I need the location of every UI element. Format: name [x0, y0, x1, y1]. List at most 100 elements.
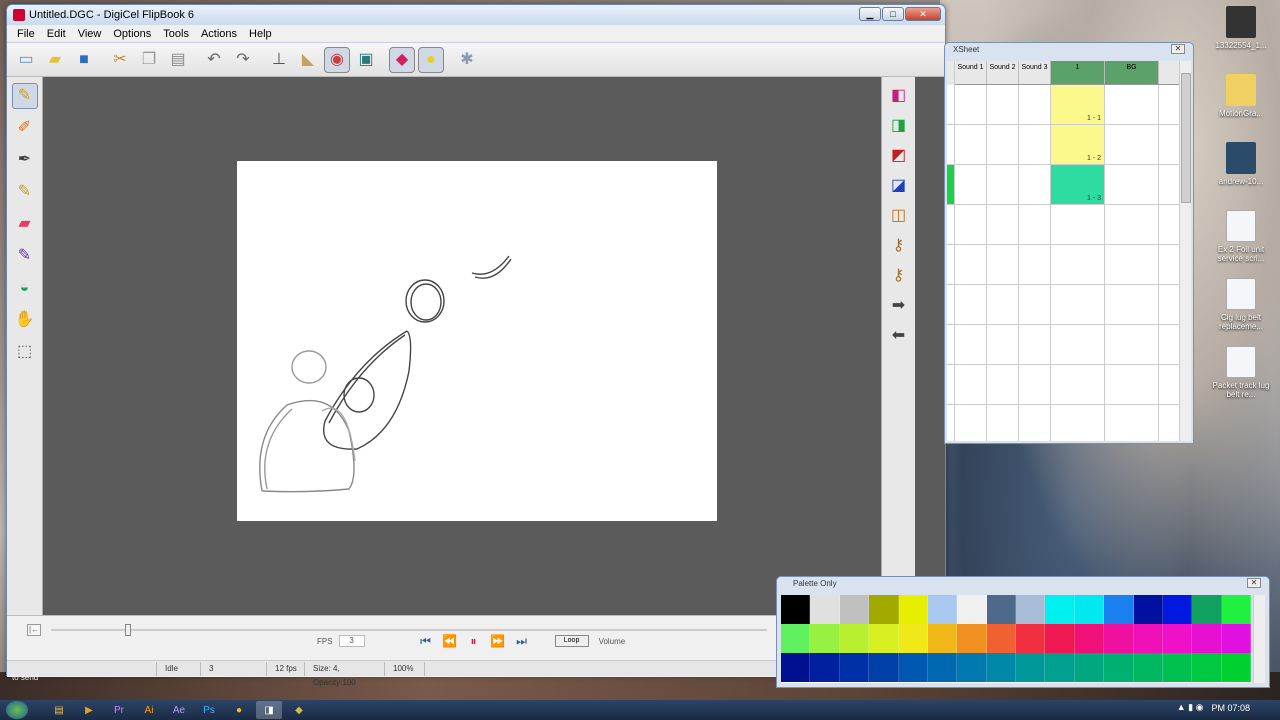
color-swatch[interactable] [1074, 595, 1105, 624]
key-icon[interactable]: ⚷ [886, 233, 912, 259]
menu-file[interactable]: File [11, 28, 41, 40]
color-swatch[interactable] [1162, 653, 1193, 682]
color-swatch[interactable] [898, 624, 928, 653]
explorer-icon[interactable]: ▤ [46, 701, 72, 719]
desktop-icon[interactable]: andrew-10... [1208, 142, 1274, 210]
color-swatch[interactable] [898, 653, 928, 682]
save-icon[interactable]: ■ [71, 47, 97, 73]
paint-icon[interactable]: ◆ [389, 46, 415, 73]
color-swatch[interactable] [957, 653, 987, 682]
pen-icon[interactable]: ✒ [12, 147, 38, 173]
color-swatch[interactable] [986, 624, 1016, 653]
xsheet-column-sound1[interactable]: Sound 1 [955, 61, 987, 84]
xsheet-scroll-thumb[interactable] [1181, 73, 1191, 203]
color-swatch[interactable] [1045, 653, 1075, 682]
chrome-icon[interactable]: ● [226, 701, 252, 719]
hand-icon[interactable]: ✋ [12, 307, 38, 333]
xsheet-scrollbar[interactable] [1179, 61, 1191, 441]
key2-icon[interactable]: ⚷ [886, 263, 912, 289]
color-swatch[interactable] [1104, 595, 1134, 624]
color-swatch[interactable] [869, 595, 899, 624]
minimize-button[interactable]: ▁ [859, 7, 881, 21]
color-swatch[interactable] [1221, 653, 1251, 682]
eraser-tool-icon[interactable]: ◣ [295, 47, 321, 73]
color-swatch[interactable] [986, 653, 1016, 682]
settings-icon[interactable]: ✱ [454, 47, 480, 73]
menu-edit[interactable]: Edit [41, 28, 72, 40]
timeline-thumb[interactable] [125, 624, 131, 636]
premiere-icon[interactable]: Pr [106, 701, 132, 719]
menu-actions[interactable]: Actions [195, 28, 243, 40]
desktop-icon[interactable]: MotionGra... [1208, 74, 1274, 142]
color-swatch[interactable] [927, 624, 958, 653]
color-swatch[interactable] [810, 624, 840, 653]
layer-up-icon[interactable]: ◧ [886, 83, 912, 109]
timeline-slider[interactable]: |← [27, 624, 767, 636]
xsheet-cell-current[interactable]: 1 - 3 [1051, 165, 1105, 204]
cut-icon[interactable]: ✂ [107, 47, 133, 73]
color-swatch[interactable] [1016, 595, 1046, 624]
close-button[interactable]: ✕ [905, 7, 941, 21]
open-icon[interactable]: ▰ [42, 47, 68, 73]
color-swatch[interactable] [1192, 653, 1222, 682]
color-swatch[interactable] [781, 624, 811, 653]
color-swatch[interactable] [1133, 624, 1163, 653]
color-swatch[interactable] [839, 624, 870, 653]
start-button[interactable] [6, 701, 28, 719]
color-swatch[interactable] [781, 653, 811, 682]
stamp-icon[interactable]: ⊥ [266, 47, 292, 73]
color-swatch[interactable] [810, 595, 840, 624]
color-swatch[interactable] [1221, 595, 1251, 624]
color-swatch[interactable] [898, 595, 928, 624]
move-icon[interactable]: ◪ [886, 173, 912, 199]
menu-view[interactable]: View [72, 28, 108, 40]
palette-titlebar[interactable]: Palette Only ✕ [777, 577, 1269, 591]
color-swatch[interactable] [1192, 595, 1222, 624]
aftereffects-icon[interactable]: Ae [166, 701, 192, 719]
color-swatch[interactable] [839, 653, 870, 682]
play-icon[interactable]: ⏩ [489, 634, 507, 648]
loop-button[interactable]: Loop [554, 635, 589, 647]
arrow-left-icon[interactable]: ⬅ [886, 323, 912, 349]
xsheet-close-button[interactable]: ✕ [1171, 44, 1185, 54]
illustrator-icon[interactable]: Ai [136, 701, 162, 719]
color-swatch[interactable] [957, 595, 987, 624]
xsheet-column-bg[interactable]: BG [1105, 61, 1159, 84]
color-swatch[interactable] [1104, 653, 1134, 682]
desktop-icon[interactable]: 13322554_1... [1208, 6, 1274, 74]
pencil-icon[interactable]: ✎ [11, 83, 38, 109]
xsheet-cell[interactable]: 1 - 2 [1051, 125, 1105, 164]
color-swatch[interactable] [1192, 624, 1222, 653]
menu-tools[interactable]: Tools [157, 28, 195, 40]
tray-icons[interactable]: ▲ ▮ ◉ [1177, 702, 1204, 713]
color-swatch[interactable] [1045, 595, 1075, 624]
arrow-right-icon[interactable]: ➡ [886, 293, 912, 319]
copy-cel-icon[interactable]: ◫ [886, 203, 912, 229]
color-swatch[interactable] [927, 595, 958, 624]
paste-icon[interactable]: ▤ [165, 47, 191, 73]
film-icon[interactable]: ▣ [353, 47, 379, 73]
color-swatch[interactable] [810, 653, 840, 682]
stop-icon[interactable]: ⏸ [465, 634, 483, 648]
brush-icon[interactable]: ✐ [12, 115, 38, 141]
color-swatch[interactable] [1162, 595, 1193, 624]
menu-options[interactable]: Options [107, 28, 157, 40]
drawing-canvas[interactable] [237, 161, 717, 521]
color-swatch[interactable] [1133, 595, 1163, 624]
color-swatch[interactable] [1016, 624, 1046, 653]
palette-icon[interactable]: ◉ [324, 46, 350, 73]
desktop-icon[interactable]: Packet track lug belt re... [1208, 346, 1274, 414]
redo-icon[interactable]: ↷ [230, 47, 256, 73]
color-swatch[interactable] [1221, 624, 1251, 653]
color-swatch[interactable] [1074, 624, 1105, 653]
color-swatch[interactable] [986, 595, 1016, 624]
layer-down-icon[interactable]: ◨ [886, 113, 912, 139]
fps-field[interactable]: 3 [338, 635, 365, 647]
step-back-icon[interactable]: ⏪ [441, 634, 459, 648]
color-swatch[interactable] [869, 624, 899, 653]
desktop-icon[interactable]: Cig lug belt replaceme... [1208, 278, 1274, 346]
title-bar[interactable]: Untitled.DGC - DigiCel FlipBook 6 ▁ □ ✕ [7, 5, 945, 25]
color-swatch[interactable] [1133, 653, 1163, 682]
timeline-start-button[interactable]: |← [27, 624, 41, 636]
maximize-button[interactable]: □ [882, 7, 904, 21]
